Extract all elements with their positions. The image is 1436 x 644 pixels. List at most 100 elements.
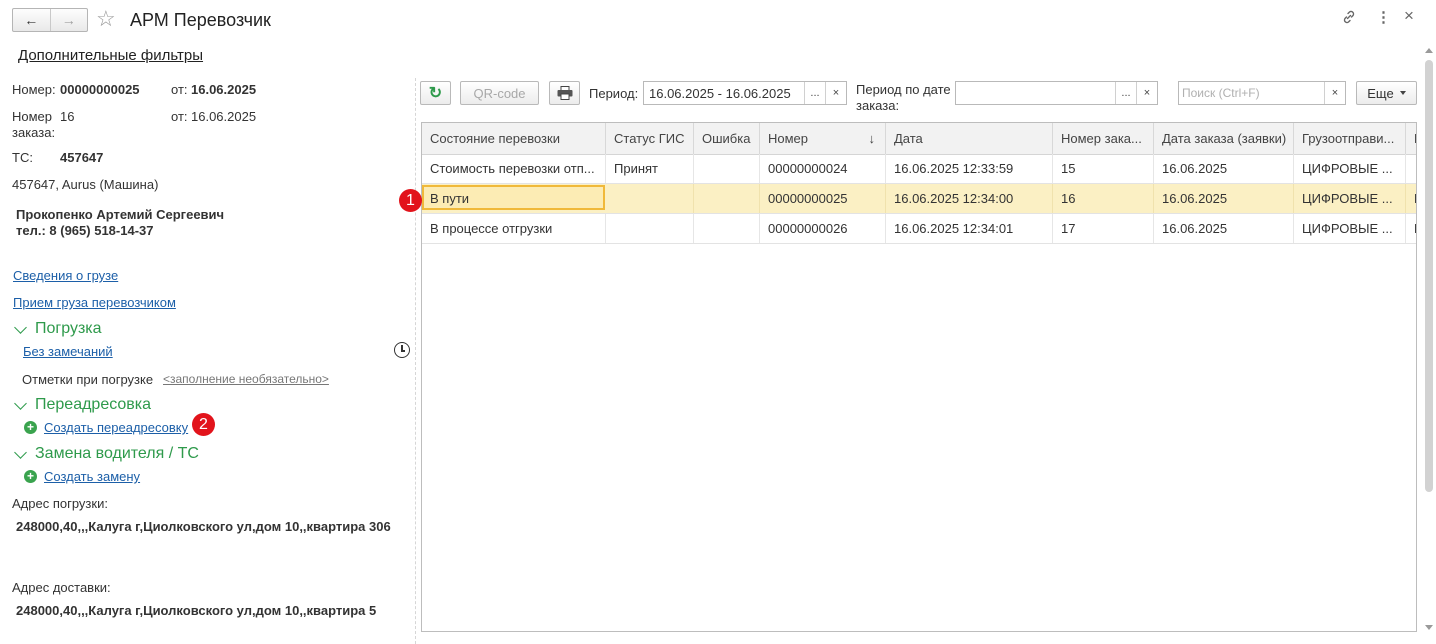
scroll-up-icon[interactable] (1425, 48, 1433, 53)
cargo-info-link[interactable]: Сведения о грузе (13, 268, 118, 283)
table-row[interactable]: В процессе отгрузки 00000000026 16.06.20… (422, 214, 1416, 244)
cell: 16.06.2025 (1154, 154, 1294, 183)
order-number-label: Номер заказа: (12, 109, 56, 140)
column-header[interactable]: Состояние перевозки (422, 123, 606, 154)
close-icon[interactable]: × (1404, 7, 1414, 25)
replace-group-title: Замена водителя / ТС (35, 445, 199, 462)
cell (694, 184, 760, 213)
order-period-clear-button[interactable]: × (1136, 82, 1157, 104)
cell: L (1406, 214, 1416, 243)
readdress-group-title: Переадресовка (35, 396, 152, 413)
cell (694, 154, 760, 183)
readdress-group-header[interactable]: Переадресовка (14, 395, 151, 415)
column-header[interactable]: Дата (886, 123, 1053, 154)
additional-filters-link[interactable]: Дополнительные фильтры (18, 47, 203, 64)
forward-icon[interactable]: → (51, 9, 88, 31)
order-period-label: Период по дате заказа: (856, 82, 951, 113)
more-button-label: Еще (1367, 85, 1394, 101)
cargo-accept-link[interactable]: Прием груза перевозчиком (13, 295, 176, 310)
column-header[interactable]: Статус ГИС (606, 123, 694, 154)
shipments-table: Состояние перевозки Статус ГИС Ошибка Но… (421, 122, 1417, 632)
search-input[interactable]: Поиск (Ctrl+F) (1179, 86, 1324, 100)
column-header[interactable]: Грузоотправи... (1294, 123, 1406, 154)
chevron-down-icon (14, 396, 27, 410)
vertical-scrollbar[interactable] (1423, 44, 1435, 634)
search-clear-button[interactable]: × (1324, 82, 1345, 104)
history-clock-icon[interactable] (394, 342, 410, 358)
replace-group-header[interactable]: Замена водителя / ТС (14, 444, 199, 464)
column-header[interactable]: П (1406, 123, 1416, 154)
refresh-button[interactable]: ↻ (420, 81, 451, 105)
ts-value: 457647 (60, 150, 104, 165)
column-header[interactable]: Номер зака... (1053, 123, 1154, 154)
callout-badge-2: 2 (192, 413, 215, 436)
cell: ЦИФРОВЫЕ ... (1294, 184, 1406, 213)
create-replace-link[interactable]: Создать замену (44, 469, 140, 484)
cell: L (1406, 184, 1416, 213)
more-button[interactable]: Еще (1356, 81, 1417, 105)
qr-code-button[interactable]: QR-code (460, 81, 539, 105)
number-from-label: от: (171, 82, 188, 97)
driver-phone: тел.: 8 (965) 518-14-37 (16, 223, 154, 238)
cell: Принят (606, 154, 694, 183)
table-row-selected[interactable]: В пути 00000000025 16.06.2025 12:34:00 1… (422, 184, 1416, 214)
cell (1406, 154, 1416, 183)
plus-icon: + (24, 421, 37, 434)
period-select-button[interactable]: ... (804, 82, 825, 104)
number-value: 00000000025 (60, 82, 140, 97)
vehicle-description: 457647, Aurus (Машина) (12, 177, 159, 192)
callout-badge-1: 1 (399, 189, 422, 212)
cell: 16.06.2025 12:33:59 (886, 154, 1053, 183)
scroll-down-icon[interactable] (1425, 625, 1433, 630)
loading-address-label: Адрес погрузки: (12, 496, 108, 511)
print-button[interactable] (549, 81, 580, 105)
chevron-down-icon (14, 320, 27, 334)
cell: 00000000026 (760, 214, 886, 243)
order-period-select-button[interactable]: ... (1115, 82, 1136, 104)
table-row[interactable]: Стоимость перевозки отп... Принят 000000… (422, 154, 1416, 184)
create-readdress-row[interactable]: + Создать переадресовку (24, 420, 188, 435)
favorite-star-icon[interactable]: ☆ (96, 6, 116, 32)
column-header-sorted[interactable]: Номер ↓ (760, 123, 886, 154)
column-header-label: Номер (768, 131, 809, 146)
number-label: Номер: (12, 82, 56, 97)
period-clear-button[interactable]: × (825, 82, 846, 104)
create-replace-row[interactable]: + Создать замену (24, 469, 140, 484)
loading-marks-hint[interactable]: <заполнение необязательно> (163, 372, 329, 386)
panel-divider[interactable] (415, 78, 416, 644)
period-label: Период: (589, 86, 639, 101)
cell: ЦИФРОВЫЕ ... (1294, 214, 1406, 243)
column-header[interactable]: Дата заказа (заявки) (1154, 123, 1294, 154)
link-icon[interactable] (1341, 9, 1357, 30)
cell: 16.06.2025 12:34:01 (886, 214, 1053, 243)
refresh-icon: ↻ (428, 85, 443, 102)
cell: В процессе отгрузки (422, 214, 606, 243)
cell: 17 (1053, 214, 1154, 243)
loading-address: 248000,40,,,Калуга г,Циолковского ул,дом… (16, 519, 391, 534)
search-field[interactable]: Поиск (Ctrl+F) × (1178, 81, 1346, 105)
order-number-value: 16 (60, 109, 75, 124)
window-title: АРМ Перевозчик (130, 10, 271, 30)
period-value[interactable]: 16.06.2025 - 16.06.2025 (644, 86, 804, 101)
back-icon[interactable]: ← (13, 9, 51, 31)
ts-label: ТС: (12, 150, 33, 165)
cell: 15 (1053, 154, 1154, 183)
table-header: Состояние перевозки Статус ГИС Ошибка Но… (422, 123, 1416, 155)
cell (606, 184, 694, 213)
cell: 16.06.2025 (1154, 214, 1294, 243)
create-readdress-link[interactable]: Создать переадресовку (44, 420, 188, 435)
sort-down-icon: ↓ (868, 131, 876, 146)
cell: В пути (430, 191, 470, 206)
column-header[interactable]: Ошибка (694, 123, 760, 154)
cell: 16.06.2025 (1154, 184, 1294, 213)
delivery-address-label: Адрес доставки: (12, 580, 111, 595)
order-period-field[interactable]: ... × (955, 81, 1158, 105)
period-field[interactable]: 16.06.2025 - 16.06.2025 ... × (643, 81, 847, 105)
scrollbar-thumb[interactable] (1425, 60, 1433, 492)
cell: 00000000024 (760, 154, 886, 183)
no-remarks-link[interactable]: Без замечаний (23, 344, 113, 359)
order-from-label: от: (171, 109, 188, 124)
cell: 16.06.2025 12:34:00 (886, 184, 1053, 213)
more-menu-icon[interactable]: ⋮ (1376, 9, 1391, 27)
loading-group-header[interactable]: Погрузка (14, 319, 102, 339)
